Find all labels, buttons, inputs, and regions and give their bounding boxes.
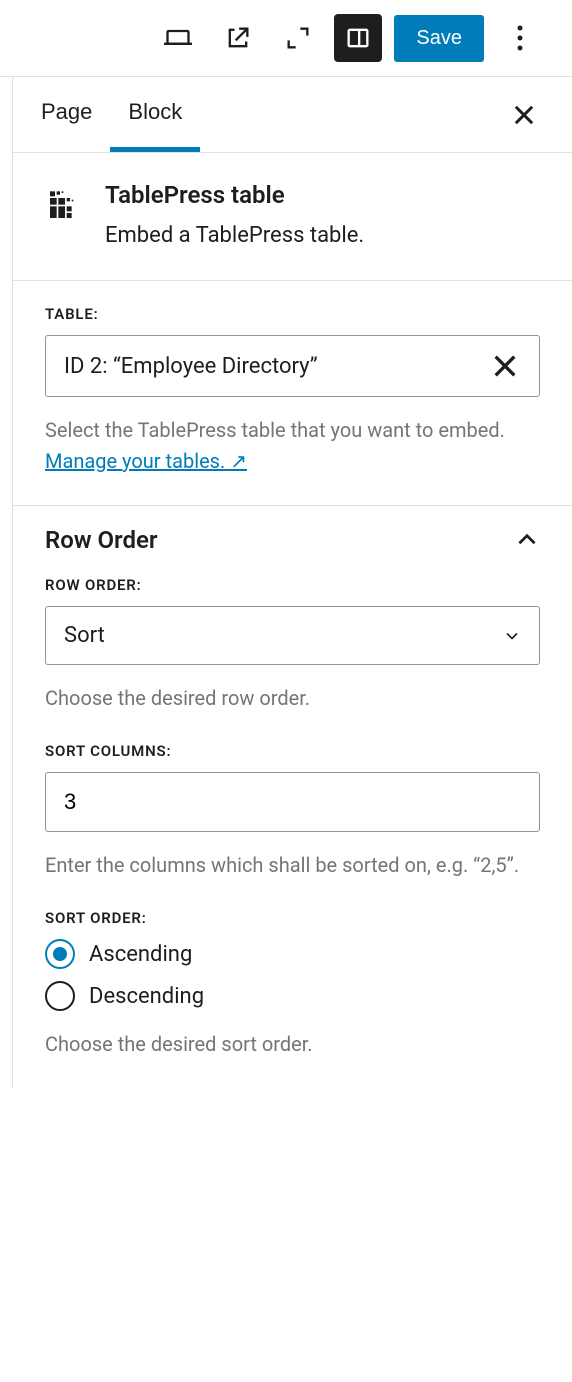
- radio-descending[interactable]: Descending: [45, 981, 540, 1011]
- table-help-text: Select the TablePress table that you wan…: [45, 415, 540, 477]
- radio-descending-label: Descending: [89, 984, 204, 1009]
- sort-order-label: SORT ORDER:: [45, 909, 540, 927]
- sort-order-field: SORT ORDER: Ascending Descending Choose …: [45, 909, 540, 1060]
- row-order-select[interactable]: Sort: [45, 606, 540, 665]
- external-link-button[interactable]: [214, 14, 262, 62]
- table-combobox[interactable]: ID 2: “Employee Directory”: [45, 335, 540, 397]
- chevron-up-icon: [514, 527, 540, 553]
- sidebar-icon: [344, 24, 372, 52]
- sort-order-help: Choose the desired sort order.: [45, 1029, 540, 1060]
- fullscreen-button[interactable]: [274, 14, 322, 62]
- more-options-button[interactable]: [496, 14, 544, 62]
- clear-table-button[interactable]: [489, 350, 521, 382]
- external-link-icon: [224, 24, 252, 52]
- row-order-help: Choose the desired row order.: [45, 683, 540, 714]
- table-selected-value: ID 2: “Employee Directory”: [64, 354, 318, 379]
- save-button[interactable]: Save: [394, 15, 484, 62]
- view-desktop-button[interactable]: [154, 14, 202, 62]
- block-description: Embed a TablePress table.: [105, 223, 364, 248]
- manage-tables-link[interactable]: Manage your tables. ↗: [45, 449, 247, 473]
- external-arrow-icon: ↗: [225, 449, 247, 473]
- row-order-section-title: Row Order: [45, 526, 158, 554]
- more-vertical-icon: [517, 24, 523, 52]
- sidebar-tabs: Page Block: [13, 77, 572, 153]
- close-icon: [510, 101, 538, 129]
- tab-block[interactable]: Block: [110, 77, 200, 152]
- row-order-field: ROW ORDER: Sort Choose the desired row o…: [45, 576, 540, 714]
- editor-toolbar: Save: [0, 0, 572, 77]
- radio-ascending[interactable]: Ascending: [45, 939, 540, 969]
- settings-sidebar: Page Block TablePress table Embed a Tabl…: [12, 77, 572, 1088]
- manage-tables-link-text: Manage your tables.: [45, 449, 225, 473]
- row-order-section-toggle[interactable]: Row Order: [13, 506, 572, 576]
- sort-columns-input[interactable]: [45, 772, 540, 832]
- sort-columns-field: SORT COLUMNS: Enter the columns which sh…: [45, 742, 540, 881]
- tablepress-icon: [45, 183, 85, 223]
- close-sidebar-button[interactable]: [504, 95, 544, 135]
- row-order-label: ROW ORDER:: [45, 576, 540, 594]
- radio-ascending-label: Ascending: [89, 942, 192, 967]
- radio-checked-icon: [45, 939, 75, 969]
- close-icon: [489, 350, 521, 382]
- fullscreen-icon: [284, 24, 312, 52]
- table-field-label: TABLE:: [45, 305, 540, 323]
- sidebar-toggle-button[interactable]: [334, 14, 382, 62]
- tab-page[interactable]: Page: [41, 77, 110, 152]
- sort-columns-help: Enter the columns which shall be sorted …: [45, 850, 540, 881]
- desktop-icon: [164, 24, 192, 52]
- table-select-panel: TABLE: ID 2: “Employee Directory” Select…: [13, 281, 572, 506]
- radio-unchecked-icon: [45, 981, 75, 1011]
- block-title: TablePress table: [105, 181, 364, 209]
- row-order-section-content: ROW ORDER: Sort Choose the desired row o…: [13, 576, 572, 1088]
- sort-columns-label: SORT COLUMNS:: [45, 742, 540, 760]
- table-help-prefix: Select the TablePress table that you wan…: [45, 418, 505, 442]
- block-header: TablePress table Embed a TablePress tabl…: [13, 153, 572, 281]
